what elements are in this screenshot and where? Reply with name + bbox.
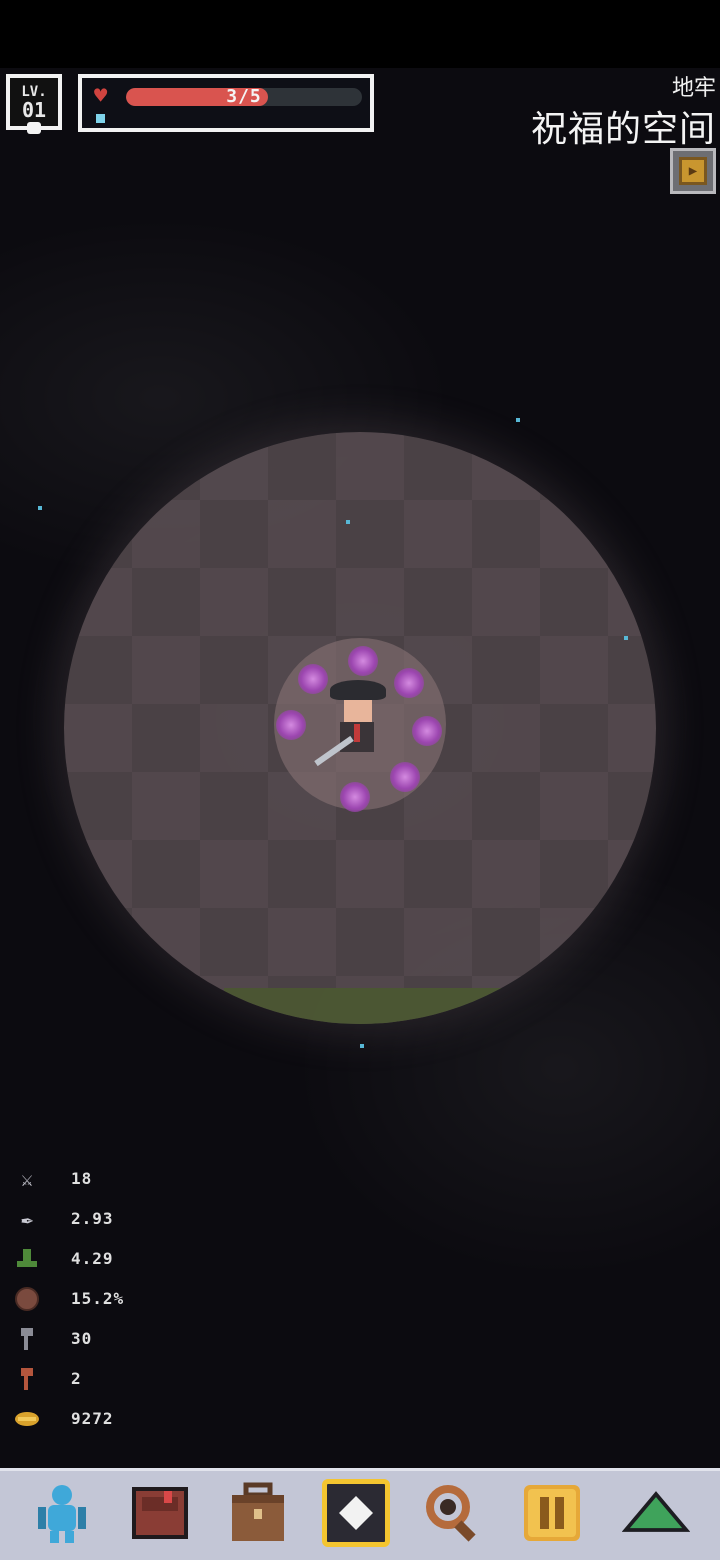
stat-value: 2.93 [71, 1209, 114, 1228]
skull-icon [27, 122, 41, 134]
heart-icon: ♥ [94, 84, 108, 109]
bottom-nav [0, 1468, 720, 1560]
character-icon [38, 1485, 86, 1543]
red-key-icon [14, 1366, 40, 1392]
stat-gold: 9272 [14, 1402, 154, 1442]
orbiting-orb [298, 664, 328, 694]
stat-value: 2 [71, 1369, 82, 1388]
stat-value: 15.2% [71, 1289, 125, 1308]
book-icon [132, 1487, 188, 1539]
particle [516, 418, 520, 422]
status-bar-area [0, 0, 720, 68]
map-icon: ▶ [679, 157, 707, 185]
area-title: 祝福的空间 [530, 109, 716, 150]
particle [360, 1044, 364, 1048]
particle [624, 636, 628, 640]
level-label: LV. [21, 83, 47, 100]
center-view-icon [339, 1496, 373, 1530]
orbiting-orb [412, 716, 442, 746]
orbiting-orb [348, 646, 378, 676]
expand-menu-button[interactable] [622, 1479, 690, 1547]
stat-attack: ⚔ 18 [14, 1162, 154, 1202]
stat-value: 18 [71, 1169, 93, 1188]
pause-icon [524, 1485, 580, 1541]
xp-indicator [96, 114, 105, 123]
orbiting-orb [394, 668, 424, 698]
health-panel: ♥ 3/5 [78, 74, 374, 132]
stat-move-speed: 4.29 [14, 1242, 154, 1282]
search-button[interactable] [420, 1479, 488, 1547]
boot-icon [14, 1246, 40, 1272]
stat-attack-speed: ✒ 2.93 [14, 1202, 154, 1242]
stat-value: 9272 [71, 1409, 114, 1428]
stat-value: 30 [71, 1329, 93, 1348]
crossed-swords-icon: ⚔ [20, 1167, 34, 1191]
up-arrow-icon [622, 1491, 690, 1532]
journal-button[interactable] [126, 1479, 194, 1547]
attack-speed-icon: ✒ [20, 1207, 34, 1231]
orbiting-orb [276, 710, 306, 740]
inventory-button[interactable] [224, 1479, 292, 1547]
particle [38, 506, 42, 510]
gray-key-icon [14, 1326, 40, 1352]
shield-icon [14, 1286, 40, 1312]
stat-gray-keys: 30 [14, 1322, 154, 1362]
particle [346, 520, 350, 524]
magnifier-icon [426, 1485, 476, 1542]
map-button[interactable]: ▶ [670, 148, 716, 194]
stats-panel: ⚔ 18 ✒ 2.93 4.29 15.2% 30 2 9272 [14, 1162, 154, 1442]
gold-coin-icon [14, 1406, 40, 1432]
stat-value: 4.29 [71, 1249, 114, 1268]
level-value: 01 [21, 97, 47, 122]
character-button[interactable] [28, 1479, 96, 1547]
stat-red-keys: 2 [14, 1362, 154, 1402]
grass-tile-row [224, 988, 504, 1024]
pause-button[interactable] [518, 1479, 586, 1547]
orbiting-orb [340, 782, 370, 812]
backpack-icon [232, 1482, 284, 1541]
stat-defense: 15.2% [14, 1282, 154, 1322]
health-text: 3/5 [226, 86, 262, 107]
orbiting-orb [390, 762, 420, 792]
center-view-button[interactable] [322, 1479, 390, 1547]
area-label: 地牢 [671, 76, 716, 101]
